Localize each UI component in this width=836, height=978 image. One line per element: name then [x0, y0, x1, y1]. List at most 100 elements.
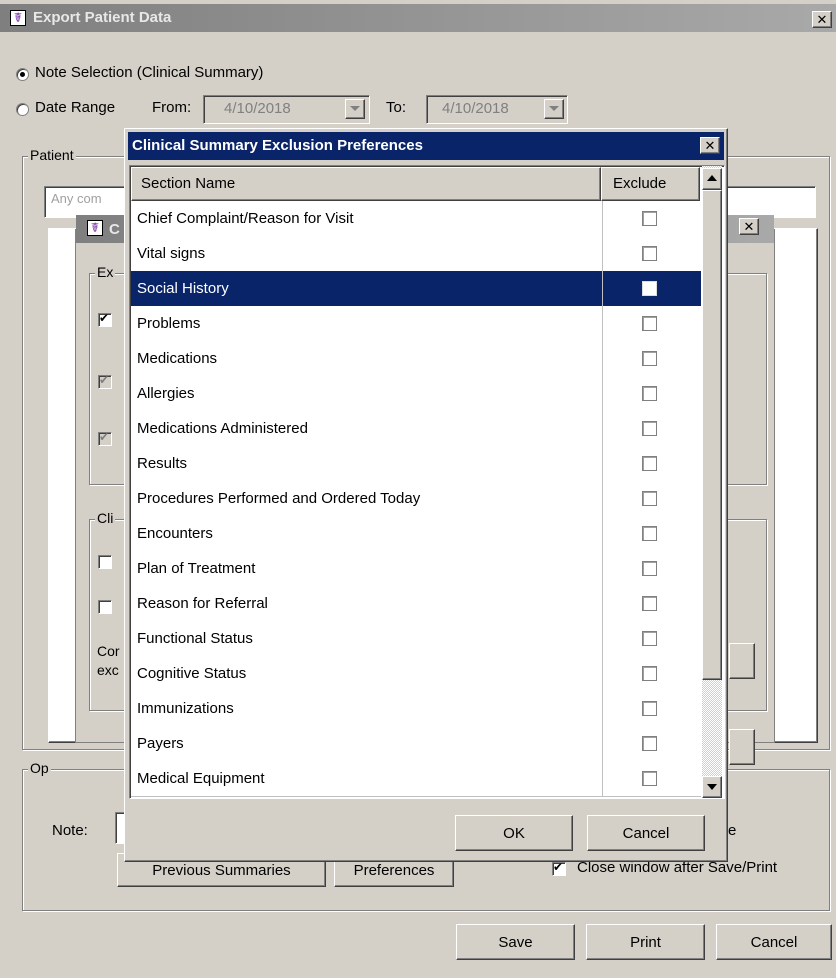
cancel-button[interactable]: Cancel	[716, 924, 832, 960]
exclude-checkbox[interactable]	[642, 316, 657, 331]
exclude-group-label: Ex	[95, 264, 116, 280]
exclusion-dialog-close-button[interactable]: ✕	[700, 137, 720, 154]
from-label: From:	[152, 99, 192, 116]
mid-dialog-side-button-1[interactable]	[729, 643, 755, 679]
section-row[interactable]: Problems	[131, 306, 701, 342]
exclude-checkbox[interactable]	[642, 701, 657, 716]
column-divider	[602, 376, 603, 411]
scrollbar-thumb[interactable]	[702, 190, 722, 680]
exclude-checkbox-1[interactable]: ✔	[98, 311, 112, 327]
clinical-checkbox-1[interactable]	[98, 555, 112, 569]
exclude-checkbox-2: ✔	[98, 373, 112, 389]
column-divider	[602, 411, 603, 446]
to-date-dropdown[interactable]	[544, 99, 564, 119]
column-divider	[602, 481, 603, 516]
close-after-save-checkbox[interactable]: ✔	[552, 860, 566, 876]
print-button[interactable]: Print	[586, 924, 705, 960]
section-name: Immunizations	[137, 700, 234, 717]
section-row[interactable]: Payers	[131, 726, 701, 762]
section-name: Results	[137, 455, 188, 472]
exclude-checkbox[interactable]	[642, 736, 657, 751]
note-selection-label: Note Selection (Clinical Summary)	[35, 64, 264, 81]
clinical-text-line-2: exc	[97, 662, 119, 678]
section-row[interactable]: Procedures Performed and Ordered Today	[131, 481, 701, 517]
chevron-down-icon	[549, 106, 559, 111]
close-icon: ✕	[816, 12, 828, 27]
arrow-up-icon	[707, 175, 717, 181]
section-row[interactable]: Vital signs	[131, 236, 701, 272]
date-range-radio[interactable]	[16, 103, 29, 116]
column-divider	[602, 586, 603, 621]
section-row[interactable]: Chief Complaint/Reason for Visit	[131, 201, 701, 237]
column-header-section-name[interactable]: Section Name	[131, 167, 601, 201]
exclude-checkbox[interactable]	[642, 561, 657, 576]
from-date-dropdown[interactable]	[345, 99, 365, 119]
column-divider	[602, 656, 603, 691]
exclusion-cancel-button[interactable]: Cancel	[587, 815, 705, 851]
section-name: Plan of Treatment	[137, 560, 256, 577]
section-row[interactable]: Reason for Referral	[131, 586, 701, 622]
column-divider	[602, 551, 603, 586]
ok-button[interactable]: OK	[455, 815, 573, 851]
checkmark-icon: ✔	[99, 373, 110, 387]
clinical-summary-dialog-title: C	[109, 221, 120, 238]
exclude-checkbox[interactable]	[642, 246, 657, 261]
save-button[interactable]: Save	[456, 924, 575, 960]
scrollbar[interactable]	[702, 166, 722, 798]
section-name: Procedures Performed and Ordered Today	[137, 490, 421, 507]
section-row[interactable]: Functional Status	[131, 621, 701, 657]
from-date-value: 4/10/2018	[224, 100, 291, 117]
exclude-checkbox[interactable]	[642, 281, 657, 296]
to-date-field[interactable]: 4/10/2018	[426, 95, 568, 124]
sections-grid: Section Name Exclude Chief Complaint/Rea…	[129, 165, 725, 799]
exclude-checkbox-3: ✔	[98, 430, 112, 446]
column-divider	[602, 761, 603, 796]
exclude-checkbox[interactable]	[642, 386, 657, 401]
close-button[interactable]: ✕	[812, 11, 832, 28]
mid-dialog-close-button[interactable]: ✕	[739, 218, 759, 235]
from-date-field[interactable]: 4/10/2018	[203, 95, 370, 124]
column-divider	[602, 306, 603, 341]
close-window-option-partial: e	[728, 822, 737, 839]
scroll-down-button[interactable]	[702, 776, 722, 798]
section-row[interactable]: Encounters	[131, 516, 701, 552]
column-divider	[602, 516, 603, 551]
exclude-checkbox[interactable]	[642, 421, 657, 436]
exclusion-dialog-titlebar: Clinical Summary Exclusion Preferences ✕	[128, 132, 724, 160]
section-row[interactable]: Plan of Treatment	[131, 551, 701, 587]
column-divider	[602, 236, 603, 271]
exclude-checkbox[interactable]	[642, 526, 657, 541]
column-header-exclude-label: Exclude	[613, 175, 667, 192]
column-divider	[602, 201, 603, 236]
exclusion-dialog-title: Clinical Summary Exclusion Preferences	[132, 137, 423, 154]
section-row[interactable]: Medications Administered	[131, 411, 701, 447]
section-row[interactable]: Results	[131, 446, 701, 482]
exclude-checkbox[interactable]	[642, 631, 657, 646]
section-row[interactable]: Immunizations	[131, 691, 701, 727]
section-name: Social History	[137, 280, 229, 297]
export-window-titlebar: ☤ Export Patient Data ✕	[0, 4, 836, 32]
exclude-checkbox[interactable]	[642, 351, 657, 366]
section-row[interactable]: Cognitive Status	[131, 656, 701, 692]
section-row[interactable]: Medical Equipment	[131, 761, 701, 797]
section-name: Vital signs	[137, 245, 206, 262]
note-selection-radio[interactable]	[16, 68, 29, 81]
scroll-up-button[interactable]	[702, 168, 722, 190]
checkmark-icon: ✔	[553, 860, 564, 874]
exclude-checkbox[interactable]	[642, 771, 657, 786]
mid-dialog-side-button-2[interactable]	[729, 729, 755, 765]
window-title: Export Patient Data	[33, 9, 172, 26]
exclude-checkbox[interactable]	[642, 456, 657, 471]
clinical-checkbox-2[interactable]	[98, 600, 112, 614]
exclude-checkbox[interactable]	[642, 211, 657, 226]
section-row[interactable]: Social History	[131, 271, 701, 307]
section-name: Problems	[137, 315, 201, 332]
column-header-exclude[interactable]: Exclude	[601, 167, 700, 201]
exclude-checkbox[interactable]	[642, 491, 657, 506]
to-date-value: 4/10/2018	[442, 100, 509, 117]
exclude-checkbox[interactable]	[642, 596, 657, 611]
section-row[interactable]: Allergies	[131, 376, 701, 412]
close-icon: ✕	[743, 219, 755, 234]
exclude-checkbox[interactable]	[642, 666, 657, 681]
section-row[interactable]: Medications	[131, 341, 701, 377]
